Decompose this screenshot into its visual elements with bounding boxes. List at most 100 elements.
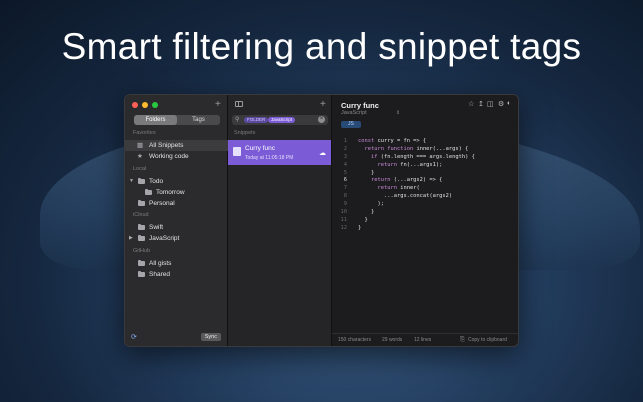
code-text: return inner( — [377, 185, 420, 192]
add-folder-button[interactable]: + — [215, 100, 221, 110]
code-line[interactable]: 9 ); — [338, 201, 518, 209]
line-number: 10 — [340, 209, 348, 216]
line-number: 6 — [343, 177, 347, 184]
search-icon: ⚲ — [235, 117, 240, 123]
view-segmented-control: Folders Tags — [134, 115, 220, 125]
sidebar-item-all-snippets[interactable]: ▩ All Snippets — [125, 140, 228, 151]
code-line[interactable]: 1 const curry = fn => { — [338, 138, 518, 146]
code-text: if (fn.length === args.length) { — [370, 153, 475, 160]
minimize-button[interactable] — [142, 102, 148, 108]
line-number: 1 — [343, 138, 347, 144]
sidebar-item-label: Working code — [149, 153, 189, 160]
code-line[interactable]: 3 if (fn.length === args.length) { — [338, 154, 518, 162]
sidebar-item-tomorrow[interactable]: Tomorrow — [125, 187, 228, 198]
snippet-title-field[interactable]: Curry func — [341, 101, 379, 110]
search-field[interactable]: ⚲ FOLDER JavaScript × — [232, 115, 328, 125]
clipboard-icon[interactable]: ⎘ — [460, 334, 465, 346]
folder-icon — [138, 200, 145, 206]
snippet-list-pane: + ⚲ FOLDER JavaScript × Snippets Curry f… — [228, 95, 332, 346]
cloud-icon: ☁ — [319, 150, 326, 157]
sidebar-item-label: Tomorrow — [156, 189, 185, 196]
line-number: 9 — [343, 201, 347, 208]
line-number: 5 — [343, 169, 347, 176]
folder-icon — [145, 189, 152, 195]
code-text: return (...args2) => { — [370, 177, 443, 184]
disclosure-open-icon[interactable]: ▼ — [129, 176, 134, 187]
add-snippet-button[interactable]: + — [320, 100, 326, 110]
code-text: } — [370, 209, 375, 216]
sync-status-icon: ⟳ — [131, 334, 137, 341]
code-line[interactable]: 7 return inner( — [338, 185, 518, 193]
code-text: ); — [377, 201, 384, 208]
sync-button[interactable]: Sync — [200, 333, 221, 341]
code-text: ...args.concat(args2) — [383, 193, 453, 200]
star-icon: ★ — [137, 153, 143, 160]
javascript-filter-chip[interactable]: JavaScript — [268, 117, 296, 123]
status-bar: 150 characters 29 words 12 lines ⎘ Copy … — [332, 333, 518, 346]
chevron-updown-icon[interactable]: ⇕ — [396, 110, 400, 116]
tags-segment[interactable]: Tags — [177, 115, 220, 125]
snippet-title: Curry func — [245, 145, 275, 152]
sidebar-item-personal[interactable]: Personal — [125, 198, 228, 209]
folder-icon — [138, 235, 145, 241]
sidebar-item-label: Shared — [149, 271, 170, 278]
code-line[interactable]: 10 } — [338, 209, 518, 217]
character-count: 150 characters — [338, 337, 372, 343]
sidebar-item-label: Todo — [149, 178, 164, 185]
appearance-icon[interactable]: ◐ — [507, 100, 511, 107]
code-text: } — [358, 224, 362, 231]
sidebar-item-label: JavaScript — [149, 235, 180, 242]
copy-to-clipboard-button[interactable]: Copy to clipboard — [468, 334, 507, 346]
code-line[interactable]: 8 ...args.concat(args2) — [338, 193, 518, 201]
folder-icon — [138, 178, 145, 184]
code-line[interactable]: 6 return (...args2) => { — [338, 177, 518, 185]
sidebar-item-label: Personal — [149, 200, 175, 207]
github-header: GitHub — [133, 248, 151, 254]
sidebar-item-label: All gists — [149, 260, 172, 267]
line-number: 2 — [343, 145, 347, 152]
snippet-row-selected[interactable]: Curry func Today at 11:05:18 PM ☁ — [228, 140, 331, 165]
snippets-header: Snippets — [234, 130, 256, 136]
sidebar-item-all-gists[interactable]: All gists — [125, 258, 228, 269]
sidebar-toggle-icon[interactable] — [235, 101, 243, 107]
sidebar-item-todo[interactable]: ▼ Todo — [125, 176, 228, 187]
clear-search-icon[interactable]: × — [318, 116, 325, 123]
disclosure-closed-icon[interactable]: ▶ — [129, 233, 133, 244]
line-number: 11 — [340, 216, 348, 223]
share-icon[interactable]: ↥ — [478, 100, 484, 108]
code-editor[interactable]: 1 const curry = fn => {2 return function … — [338, 138, 518, 233]
window-controls — [132, 102, 158, 108]
sidebar-item-javascript[interactable]: ▶ JavaScript — [125, 233, 228, 244]
local-header: Local — [133, 166, 147, 172]
favorites-header: Favorites — [133, 130, 156, 136]
folder-icon — [138, 260, 145, 266]
app-window: + Folders Tags Favorites ▩ All Snippets … — [124, 94, 519, 347]
code-line[interactable]: 4 return fn(...args1); — [338, 162, 518, 170]
sidebar-item-working-code[interactable]: ★ Working code — [125, 151, 228, 162]
sidebar-item-swift[interactable]: Swift — [125, 222, 228, 233]
line-number: 3 — [343, 153, 347, 160]
trash-icon[interactable]: ◫ — [487, 100, 494, 108]
zoom-button[interactable] — [152, 102, 158, 108]
tag-badge[interactable]: JS — [341, 121, 361, 128]
line-number: 7 — [343, 185, 347, 192]
gear-icon[interactable]: ⚙ — [498, 100, 504, 108]
code-line[interactable]: 11 } — [338, 217, 518, 225]
code-line[interactable]: 2 return function inner(...args) { — [338, 146, 518, 154]
folders-segment[interactable]: Folders — [134, 115, 177, 125]
sidebar-item-shared[interactable]: Shared — [125, 269, 228, 280]
code-line[interactable]: 5 } — [338, 170, 518, 178]
language-selector[interactable]: JavaScript — [341, 110, 367, 116]
tray-icon: ▩ — [137, 142, 144, 149]
sidebar: + Folders Tags Favorites ▩ All Snippets … — [125, 95, 228, 346]
editor-pane: Curry func JavaScript ⇕ JS ☆ ↥ ◫ ⚙ ◐ 1 co… — [332, 95, 518, 346]
code-line[interactable]: 12} — [338, 225, 518, 233]
line-number: 4 — [343, 161, 347, 168]
code-text: return fn(...args1); — [377, 161, 443, 168]
close-button[interactable] — [132, 102, 138, 108]
icloud-header: iCloud — [133, 212, 149, 218]
sidebar-item-label: Swift — [149, 224, 164, 231]
star-outline-icon[interactable]: ☆ — [468, 100, 474, 108]
folder-filter-chip[interactable]: FOLDER — [244, 117, 269, 123]
folder-icon — [138, 224, 145, 230]
